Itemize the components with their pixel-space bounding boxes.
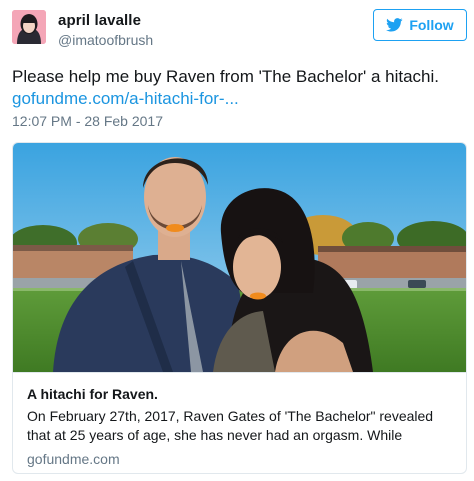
user-handle[interactable]: @imatoofbrush <box>58 32 153 48</box>
link-card[interactable]: A hitachi for Raven. On February 27th, 2… <box>12 142 467 474</box>
card-description: On February 27th, 2017, Raven Gates of '… <box>27 408 434 443</box>
follow-label: Follow <box>409 17 454 33</box>
tweet-text: Please help me buy Raven from 'The Bache… <box>12 67 439 86</box>
card-photo <box>13 143 466 372</box>
tweet: april lavalle @imatoofbrush Follow Pleas… <box>0 0 474 481</box>
card-title: A hitachi for Raven. <box>27 386 158 402</box>
card-image[interactable] <box>13 143 466 372</box>
tweet-timestamp[interactable]: 12:07 PM - 28 Feb 2017 <box>12 113 163 129</box>
avatar-image <box>12 10 46 44</box>
display-name[interactable]: april lavalle <box>58 12 141 29</box>
avatar[interactable] <box>12 10 46 44</box>
card-body: A hitachi for Raven. On February 27th, 2… <box>13 372 466 473</box>
twitter-bird-icon <box>386 18 403 32</box>
follow-button[interactable]: Follow <box>373 9 467 41</box>
tweet-link[interactable]: gofundme.com/a-hitachi-for-... <box>12 88 239 110</box>
card-domain: gofundme.com <box>27 451 120 467</box>
